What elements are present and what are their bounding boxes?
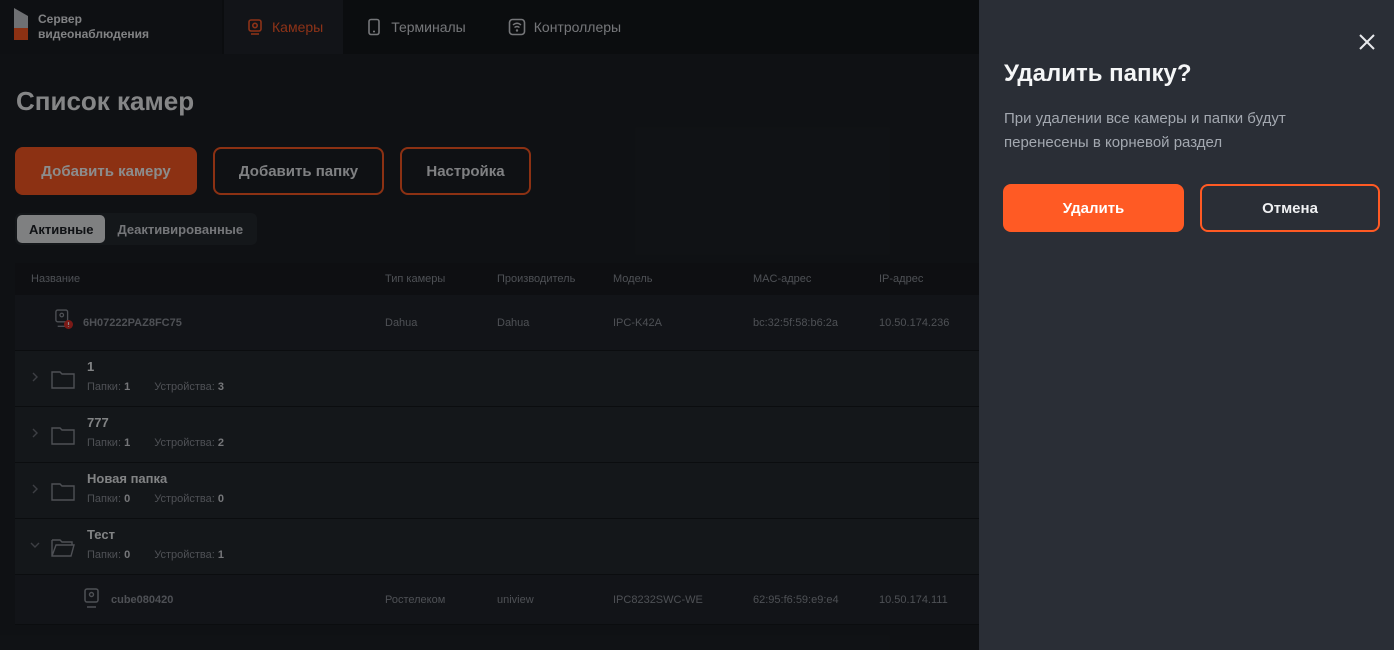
- cancel-button[interactable]: Отмена: [1200, 184, 1380, 232]
- dialog-title: Удалить папку?: [1004, 60, 1192, 87]
- modal-overlay[interactable]: [0, 0, 979, 650]
- dialog-description: При удалении все камеры и папки будут пе…: [1004, 110, 1286, 151]
- delete-button[interactable]: Удалить: [1003, 184, 1184, 232]
- close-icon[interactable]: [1356, 31, 1378, 53]
- delete-folder-panel: Удалить папку? При удалении все камеры и…: [979, 0, 1394, 650]
